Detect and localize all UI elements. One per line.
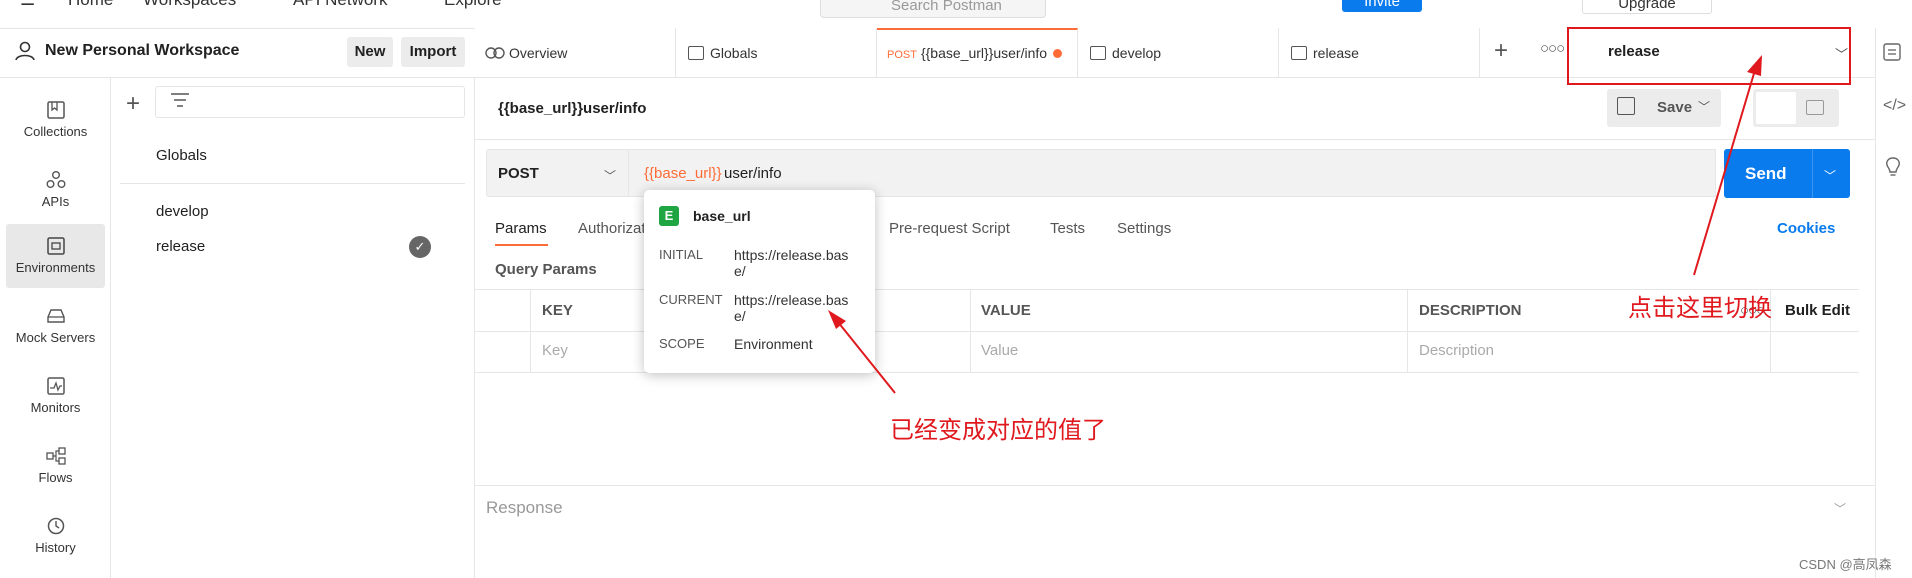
watermark: CSDN @高凤森 [1799, 557, 1892, 572]
annotation-arrowhead [1747, 55, 1762, 76]
annotation-arrowhead [828, 310, 846, 329]
annotation-switch-here: 点击这里切换 [1628, 295, 1772, 322]
annotation-value-changed: 已经变成对应的值了 [890, 417, 1106, 444]
annotation-arrows [828, 55, 1762, 394]
annotation-arrow-value [837, 321, 896, 394]
annotation-arrow-switch [1693, 69, 1756, 276]
